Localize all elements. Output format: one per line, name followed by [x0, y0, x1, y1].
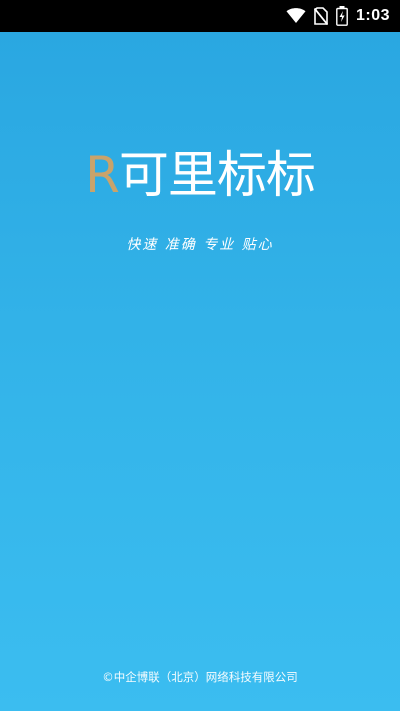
copyright-text: ©中企博联（北京）网络科技有限公司	[102, 670, 298, 684]
app-logo: R可里标标	[0, 150, 400, 200]
logo-accent-letter: R	[85, 146, 120, 204]
logo-text: 可里标标	[118, 146, 316, 204]
status-bar: 1:03	[0, 0, 400, 32]
app-slogan: 快速 准确 专业 贴心	[126, 237, 274, 253]
no-sim-icon	[313, 7, 328, 25]
status-time: 1:03	[355, 7, 390, 24]
wifi-icon	[286, 8, 306, 24]
battery-charging-icon	[336, 6, 348, 26]
splash-screen: R可里标标 快速 准确 专业 贴心 ©中企博联（北京）网络科技有限公司	[0, 32, 400, 711]
